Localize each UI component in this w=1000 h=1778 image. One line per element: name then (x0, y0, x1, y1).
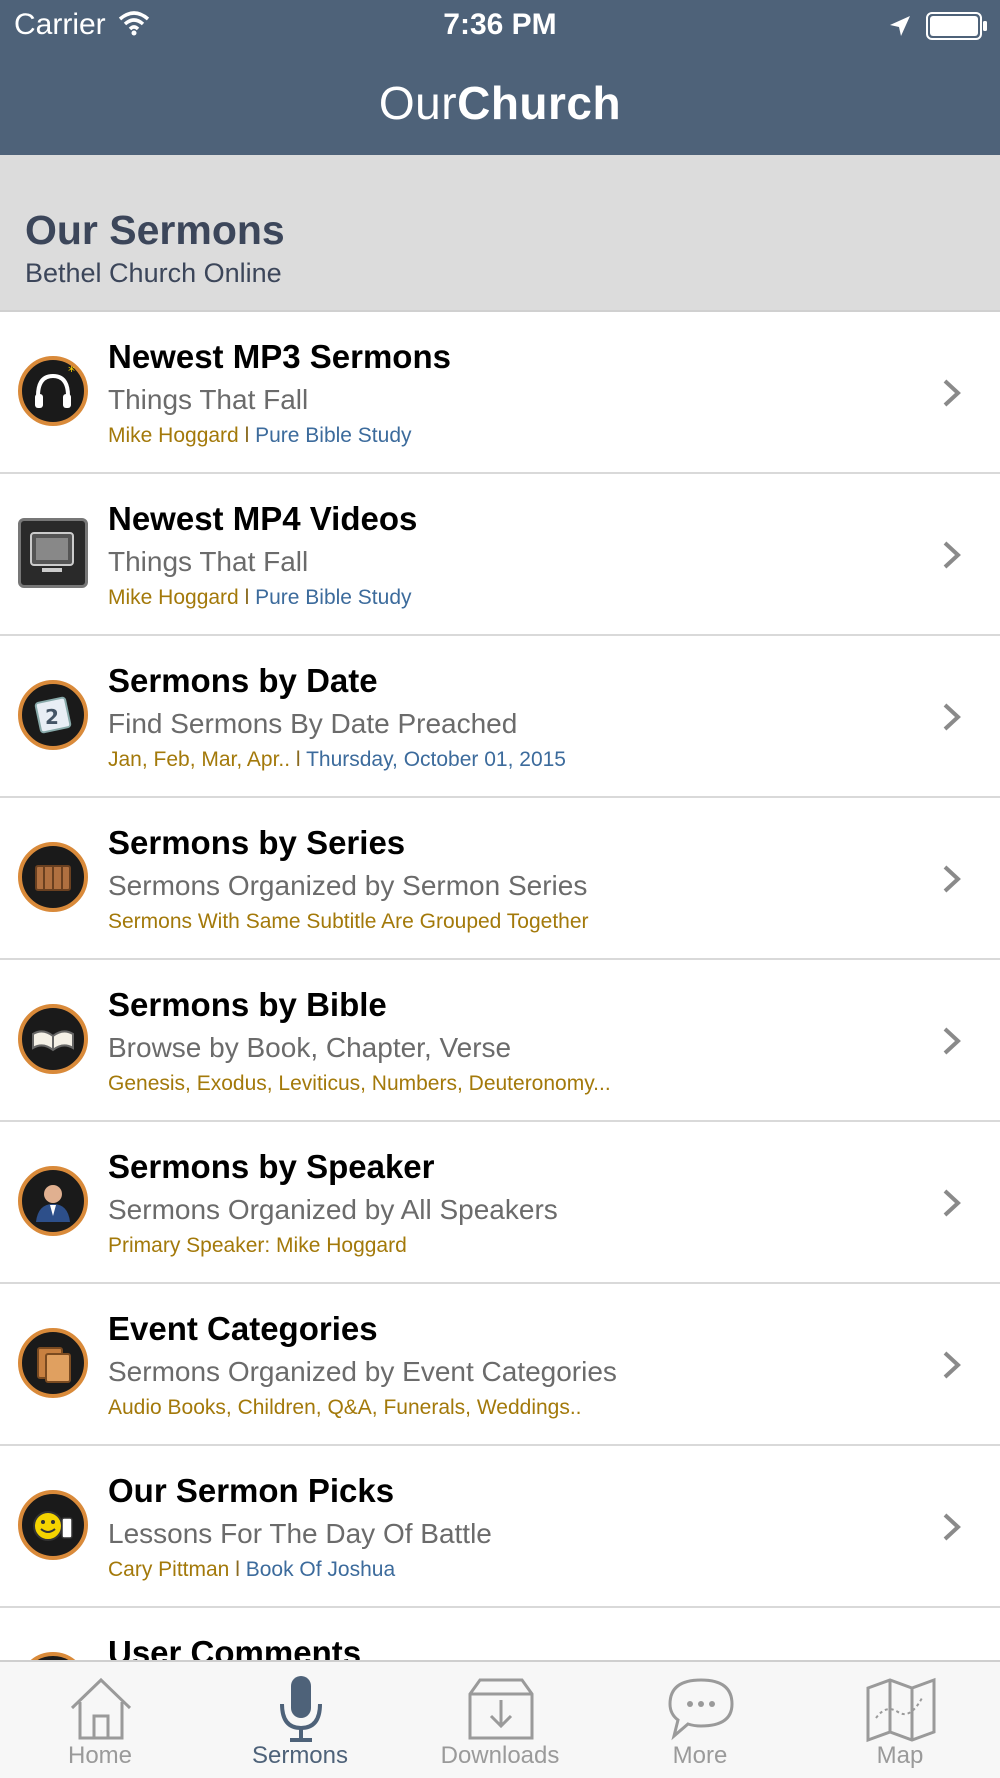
list-item-sermons-by-date[interactable]: 2 Sermons by Date Find Sermons By Date P… (0, 636, 1000, 798)
tv-icon (18, 518, 88, 588)
meta-primary: Genesis, Exodus, Leviticus, Numbers, Deu… (108, 1072, 611, 1095)
app-title-bold: Church (457, 77, 622, 129)
list-item-title: Event Categories (108, 1310, 378, 1347)
battery-icon (926, 12, 988, 48)
meta-secondary: Thursday, October 01, 2015 (306, 748, 566, 771)
list-item-meta: Cary Pittman l Book Of Joshua (108, 1558, 395, 1582)
list-item-title: Sermons by Series (108, 824, 406, 861)
meta-separator: l (238, 424, 256, 447)
list-item-title: Newest MP3 Sermons (108, 338, 451, 375)
download-tray-icon (468, 1678, 534, 1740)
tab-home[interactable]: Home (0, 1662, 200, 1778)
meta-secondary: Book Of Joshua (245, 1558, 396, 1581)
chevron-right-icon (943, 1027, 961, 1055)
bible-icon (18, 1004, 88, 1074)
chevron-right-icon (943, 379, 961, 407)
thumbs-up-smiley-icon (18, 1490, 88, 1560)
list-item-meta: Mike Hoggard l Pure Bible Study (108, 424, 412, 448)
tab-map[interactable]: Map (800, 1662, 1000, 1778)
microphone-icon (280, 1676, 322, 1742)
section-header: Our Sermons Bethel Church Online (0, 155, 1000, 312)
list-item-subtitle: Find Sermons By Date Preached (108, 708, 518, 739)
list-item-meta: Sermons With Same Subtitle Are Grouped T… (108, 910, 589, 934)
chevron-right-icon (943, 865, 961, 893)
meta-primary: Audio Books, Children, Q&A, Funerals, We… (108, 1396, 582, 1419)
meta-secondary: Pure Bible Study (255, 424, 412, 447)
section-subtitle: Bethel Church Online (25, 258, 282, 288)
tab-label: More (672, 1742, 728, 1769)
list-item-subtitle: Sermons Organized by Event Categories (108, 1356, 617, 1387)
books-icon (18, 842, 88, 912)
calendar-icon: 2 (18, 680, 88, 750)
list-item-subtitle: Sermons Organized by Sermon Series (108, 870, 588, 901)
list-item-title: Our Sermon Picks (108, 1472, 395, 1509)
list-item-event-categories[interactable]: Event Categories Sermons Organized by Ev… (0, 1284, 1000, 1446)
tab-label: Downloads (440, 1742, 560, 1769)
section-title: Our Sermons (25, 207, 285, 253)
meta-separator: l (229, 1558, 246, 1581)
list-item-subtitle: Lessons For The Day Of Battle (108, 1518, 492, 1549)
meta-primary: Sermons With Same Subtitle Are Grouped T… (108, 910, 589, 933)
folder-icon (18, 1328, 88, 1398)
list-item-meta: Primary Speaker: Mike Hoggard (108, 1234, 407, 1258)
chevron-right-icon (943, 541, 961, 569)
chevron-right-icon (943, 703, 961, 731)
sermon-menu-list: * Newest MP3 Sermons Things That Fall Mi… (0, 312, 1000, 1660)
map-icon (866, 1677, 936, 1743)
tab-downloads[interactable]: Downloads (400, 1662, 600, 1778)
meta-separator: l (238, 586, 256, 609)
speaker-person-icon (18, 1166, 88, 1236)
list-item-subtitle: Things That Fall (108, 384, 309, 415)
svg-text:2: 2 (45, 705, 59, 729)
meta-secondary: Pure Bible Study (255, 586, 412, 609)
svg-text:*: * (68, 366, 75, 380)
list-item-meta: Audio Books, Children, Q&A, Funerals, We… (108, 1396, 582, 1420)
list-item-title: Sermons by Speaker (108, 1148, 435, 1185)
tab-bar: Home Sermons Downloads More Map (0, 1660, 1000, 1778)
meta-primary: Mike Hoggard (108, 424, 239, 447)
list-item-meta: Jan, Feb, Mar, Apr.. l Thursday, October… (108, 748, 566, 772)
app-title-light: Our (378, 77, 458, 129)
list-item-our-sermon-picks[interactable]: Our Sermon Picks Lessons For The Day Of … (0, 1446, 1000, 1608)
meta-primary: Mike Hoggard (108, 586, 239, 609)
list-item-newest-mp3[interactable]: * Newest MP3 Sermons Things That Fall Mi… (0, 312, 1000, 474)
list-item-subtitle: Browse by Book, Chapter, Verse (108, 1032, 512, 1063)
chevron-right-icon (943, 1513, 961, 1541)
tab-label: Map (876, 1742, 924, 1769)
tab-label: Home (67, 1742, 133, 1769)
list-item-sermons-by-bible[interactable]: Sermons by Bible Browse by Book, Chapter… (0, 960, 1000, 1122)
comments-icon (18, 1652, 88, 1660)
list-item-sermons-by-speaker[interactable]: Sermons by Speaker Sermons Organized by … (0, 1122, 1000, 1284)
chevron-right-icon (943, 1351, 961, 1379)
tab-more[interactable]: More (600, 1662, 800, 1778)
list-item-meta: Mike Hoggard l Pure Bible Study (108, 586, 412, 610)
list-item-title: Sermons by Date (108, 662, 378, 699)
meta-primary: Jan, Feb, Mar, Apr.. (108, 748, 291, 771)
headphones-icon: * (18, 356, 88, 426)
list-item-title: Sermons by Bible (108, 986, 387, 1023)
home-icon (70, 1677, 132, 1740)
list-item-newest-mp4[interactable]: Newest MP4 Videos Things That Fall Mike … (0, 474, 1000, 636)
meta-primary: Cary Pittman (108, 1558, 230, 1581)
meta-separator: l (290, 748, 307, 771)
chevron-right-icon (943, 1189, 961, 1217)
list-item-sermons-by-series[interactable]: Sermons by Series Sermons Organized by S… (0, 798, 1000, 960)
tab-sermons[interactable]: Sermons (200, 1662, 400, 1778)
navigation-header: Carrier 7:36 PM OurChurch (0, 0, 1000, 155)
meta-primary: Primary Speaker: Mike Hoggard (108, 1234, 407, 1257)
speech-bubble-icon (668, 1678, 734, 1741)
tab-label: Sermons (251, 1742, 349, 1769)
location-arrow-icon (888, 12, 912, 46)
list-item-user-comments[interactable]: User Comments (0, 1608, 1000, 1660)
app-title: OurChurch (0, 76, 1000, 130)
list-item-subtitle: Sermons Organized by All Speakers (108, 1194, 558, 1225)
status-bar: Carrier 7:36 PM (0, 0, 1000, 50)
list-item-title: User Comments (108, 1634, 362, 1660)
list-item-subtitle: Things That Fall (108, 546, 309, 577)
list-item-meta: Genesis, Exodus, Leviticus, Numbers, Deu… (108, 1072, 611, 1096)
list-item-title: Newest MP4 Videos (108, 500, 418, 537)
clock: 7:36 PM (443, 8, 557, 41)
